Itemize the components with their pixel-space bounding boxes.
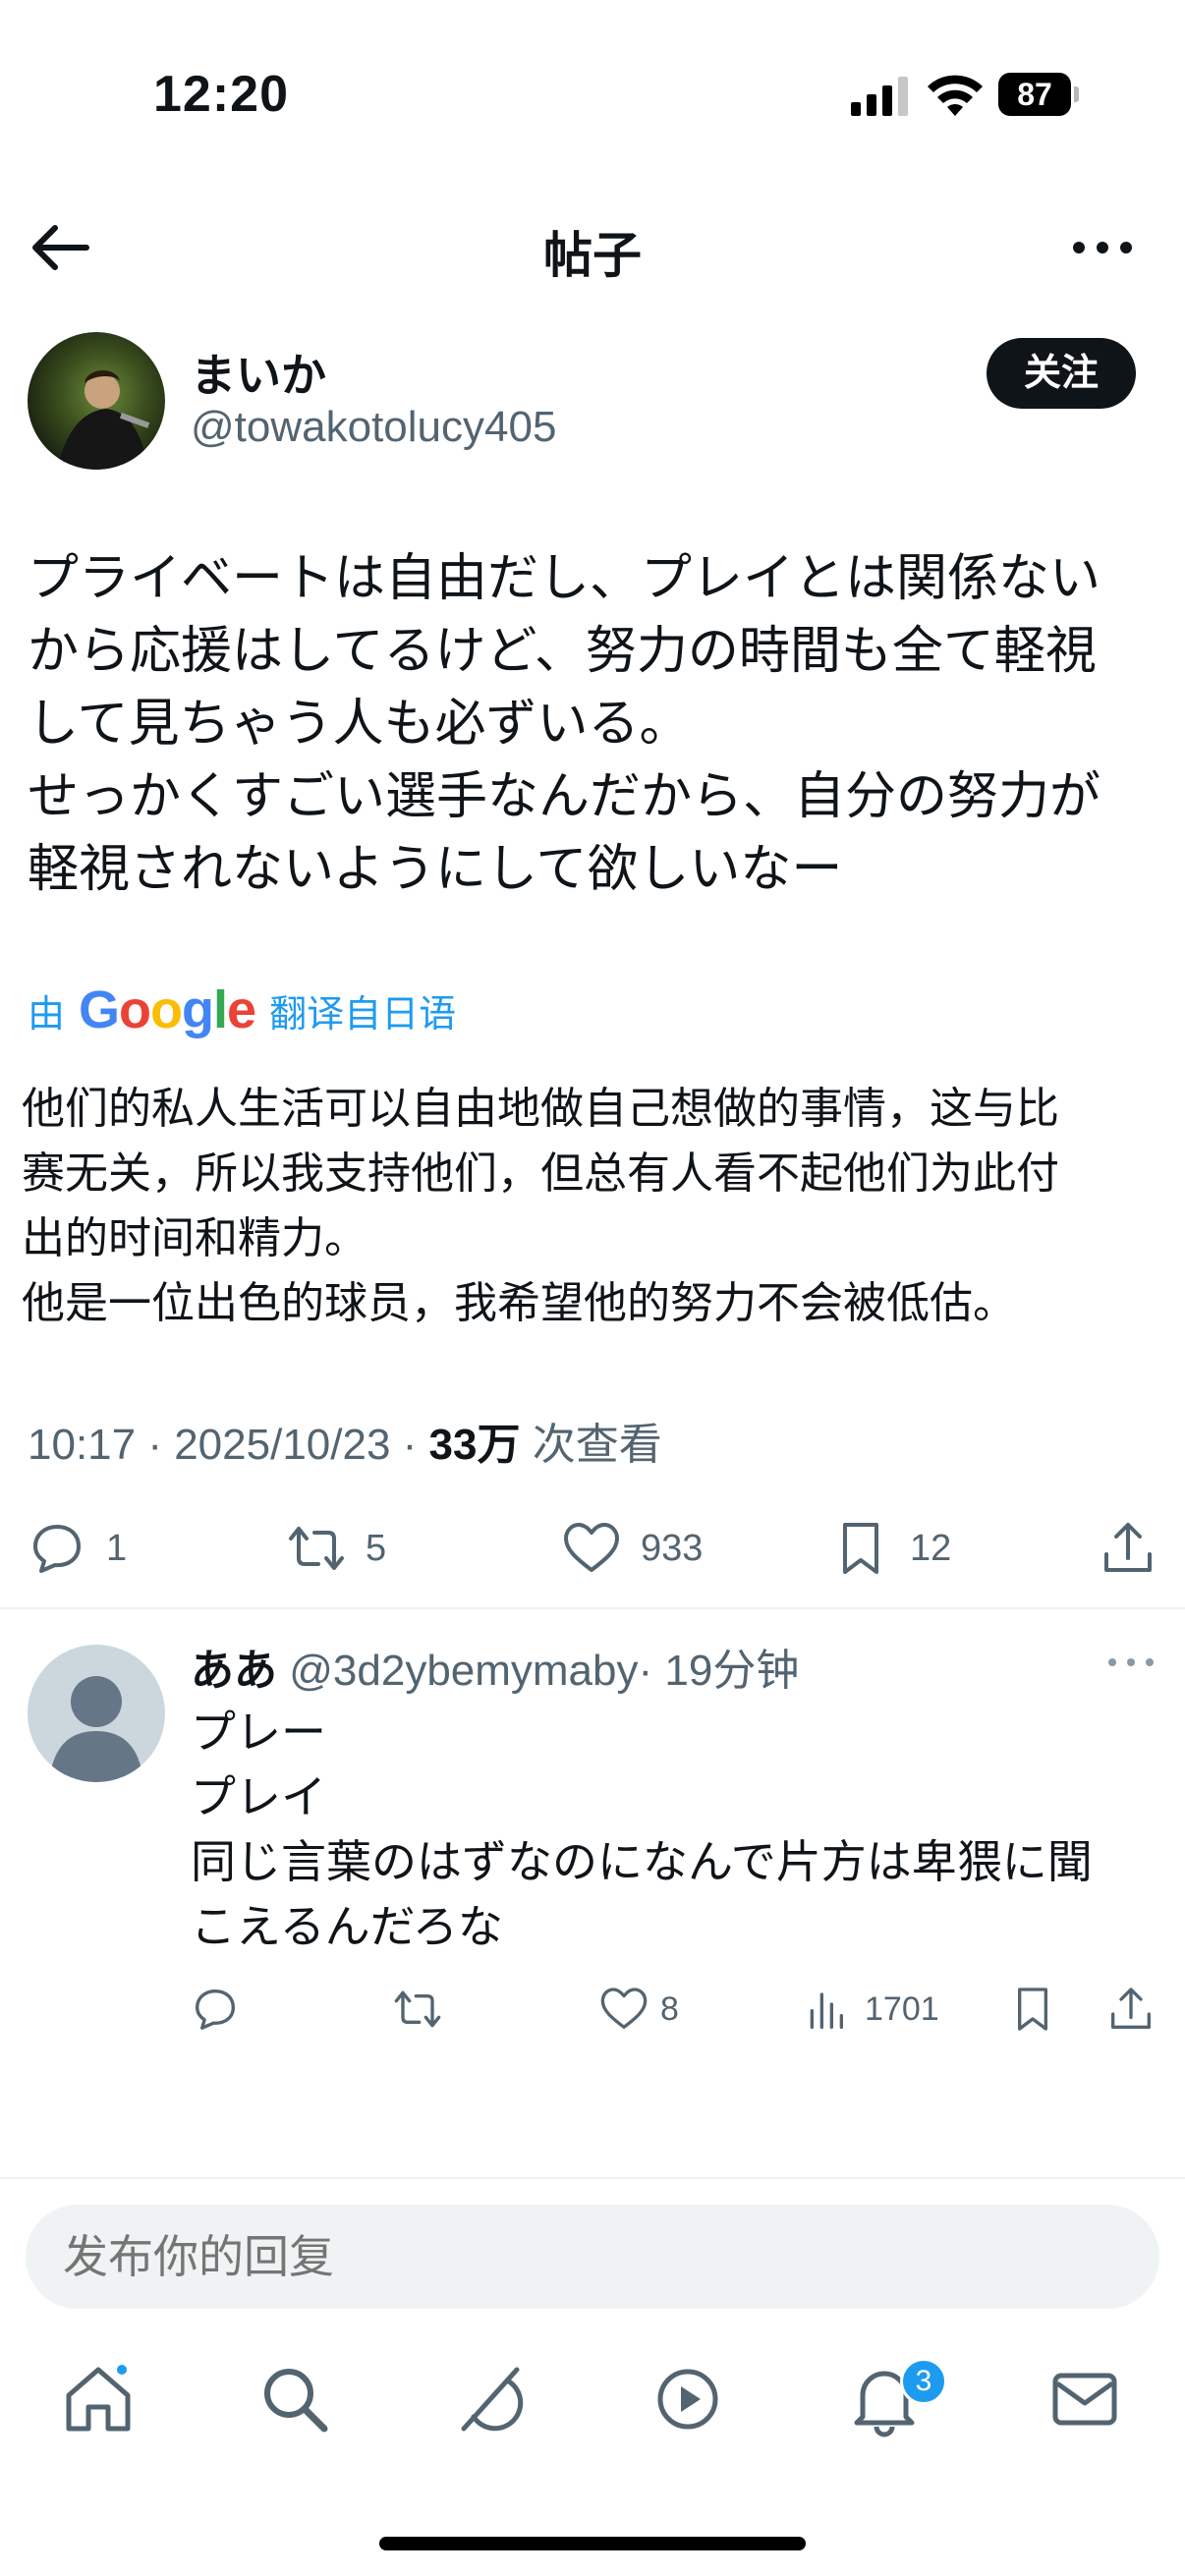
views-count: 33万 bbox=[428, 1421, 521, 1469]
mail-icon bbox=[1052, 2373, 1117, 2426]
reply-reply-action[interactable] bbox=[191, 1975, 252, 2044]
google-logo: Google bbox=[79, 980, 256, 1039]
home-indicator[interactable] bbox=[379, 2537, 806, 2550]
post-timestamp: 10:17 · 2025/10/23 · bbox=[28, 1421, 429, 1469]
divider bbox=[0, 2177, 1185, 2179]
like-count: 933 bbox=[641, 1527, 704, 1569]
wifi-icon bbox=[928, 75, 983, 116]
translation-attribution[interactable]: 由 Google 翻译自日语 bbox=[28, 979, 456, 1041]
reply-time: · 19分钟 bbox=[638, 1647, 800, 1695]
reply-more-icon[interactable] bbox=[1106, 1652, 1156, 1672]
tab-search[interactable] bbox=[255, 2360, 334, 2438]
reply-views-count: 1701 bbox=[865, 1989, 939, 2028]
bottom-tab-bar bbox=[0, 2354, 1185, 2472]
reply-like-count: 8 bbox=[660, 1989, 679, 2028]
heart-icon bbox=[564, 1523, 619, 1572]
home-new-indicator bbox=[114, 2362, 130, 2378]
bookmark-count: 12 bbox=[910, 1527, 952, 1569]
reply-bookmark-action[interactable] bbox=[1008, 1975, 1069, 2044]
notifications-badge: 3 bbox=[900, 2358, 947, 2405]
repost-action[interactable]: 5 bbox=[287, 1509, 386, 1588]
share-icon bbox=[1104, 1523, 1152, 1572]
grok-icon bbox=[461, 2367, 524, 2432]
cellular-signal-icon bbox=[851, 77, 908, 116]
tab-grok[interactable] bbox=[452, 2360, 531, 2438]
status-time: 12:20 bbox=[153, 66, 289, 123]
tab-messages[interactable] bbox=[1045, 2360, 1124, 2438]
reply-share-action[interactable] bbox=[1106, 1975, 1167, 2044]
reply-action-bar: 8 1701 bbox=[0, 1975, 1185, 2044]
reply-icon bbox=[33, 1525, 81, 1573]
bookmark-action[interactable]: 12 bbox=[831, 1509, 951, 1588]
play-icon bbox=[657, 2369, 718, 2430]
reply-views-action[interactable]: 1701 bbox=[804, 1975, 939, 2044]
bookmark-icon bbox=[1018, 1988, 1047, 2031]
heart-icon bbox=[600, 1988, 648, 2029]
reply-author-avatar[interactable] bbox=[28, 1645, 165, 1782]
translate-suffix: 翻译自日语 bbox=[269, 993, 457, 1036]
share-action[interactable] bbox=[1099, 1509, 1177, 1588]
reply-text: プレー プレイ 同じ言葉のはずなのになんで片方は卑猥に聞 こえるんだろな bbox=[191, 1707, 1093, 1952]
views-label: 次查看 bbox=[520, 1421, 662, 1469]
status-bar: 12:20 87 bbox=[0, 0, 1185, 187]
post-action-bar: 1 5 933 12 bbox=[0, 1509, 1185, 1588]
post-meta: 10:17 · 2025/10/23 · 33万 次查看 bbox=[28, 1409, 662, 1472]
reply-composer[interactable] bbox=[26, 2205, 1159, 2309]
reply-author-name[interactable]: ああ bbox=[191, 1647, 277, 1695]
bookmark-icon bbox=[843, 1523, 878, 1574]
battery-icon: 87 bbox=[998, 73, 1079, 116]
repost-count: 5 bbox=[366, 1527, 387, 1569]
reply-header: ああ @3d2ybemymaby· 19分钟 bbox=[191, 1635, 799, 1698]
translated-text: 他们的私人生活可以自由地做自己想做的事情，这与比 赛无关，所以我支持他们，但总有… bbox=[22, 1085, 1059, 1327]
page-title: 帖子 bbox=[543, 228, 642, 283]
more-options-icon[interactable] bbox=[1069, 222, 1136, 273]
post-text: プライベートは自由だし、プレイとは関係ない から応援はしてるけど、努力の時間も全… bbox=[28, 550, 1101, 898]
reply-input[interactable] bbox=[63, 2205, 1124, 2309]
reply-count: 1 bbox=[106, 1527, 128, 1569]
reply-icon bbox=[196, 1989, 235, 2030]
follow-button[interactable]: 关注 bbox=[987, 338, 1136, 409]
like-action[interactable]: 933 bbox=[562, 1509, 703, 1588]
reply-action[interactable]: 1 bbox=[28, 1509, 127, 1588]
translate-prefix: 由 bbox=[28, 993, 66, 1036]
reply-like-action[interactable]: 8 bbox=[599, 1975, 679, 2044]
share-icon bbox=[1111, 1988, 1151, 2029]
tab-video[interactable] bbox=[649, 2360, 727, 2438]
author-name[interactable]: まいか bbox=[191, 340, 326, 405]
analytics-icon bbox=[810, 1992, 843, 2029]
repost-icon bbox=[289, 1527, 344, 1570]
divider bbox=[0, 1607, 1185, 1609]
reply-repost-action[interactable] bbox=[393, 1975, 454, 2044]
author-handle[interactable]: @towakotolucy405 bbox=[191, 403, 556, 452]
repost-icon bbox=[394, 1990, 441, 2028]
nav-header: 帖子 bbox=[0, 196, 1185, 299]
reply-author-handle[interactable]: @3d2ybemymaby bbox=[289, 1647, 638, 1695]
battery-level: 87 bbox=[998, 73, 1071, 116]
author-avatar[interactable] bbox=[28, 332, 165, 470]
search-icon bbox=[264, 2369, 328, 2433]
